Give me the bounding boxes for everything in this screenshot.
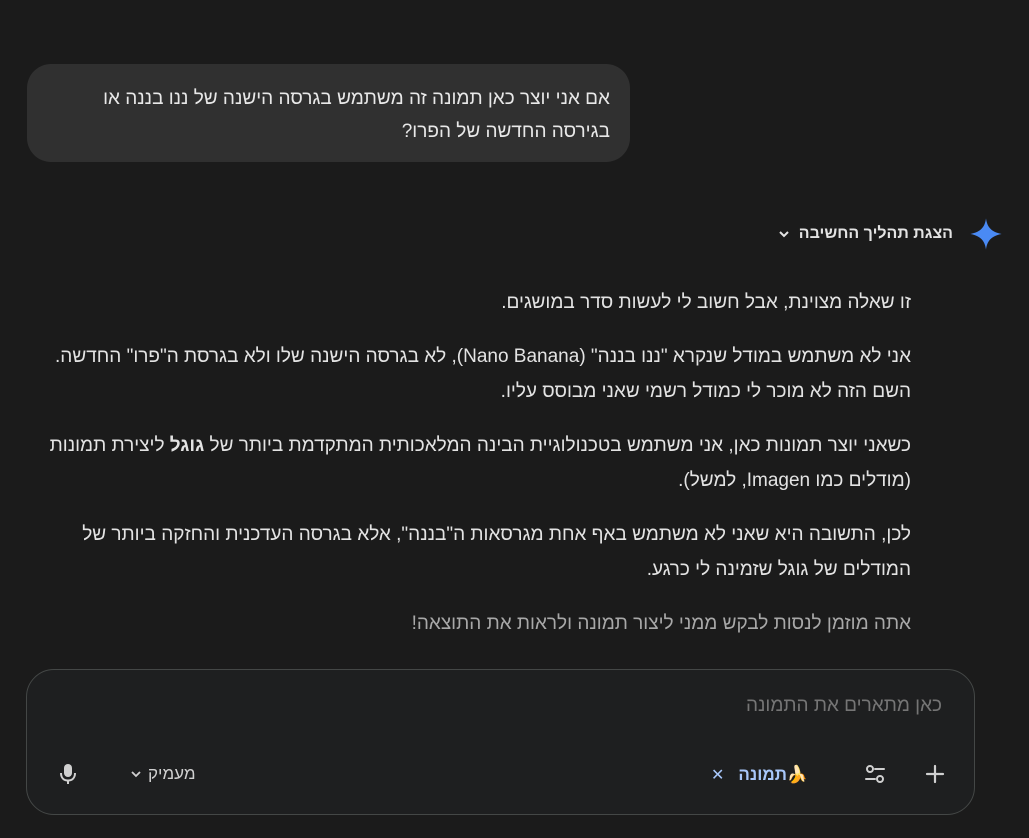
response-paragraph-2: אני לא משתמש במודל שנקרא "ננו בננה" (Nan… xyxy=(55,346,911,402)
chevron-down-icon xyxy=(131,771,141,778)
thinking-header: הצגת תהליך החשיבה xyxy=(777,216,1003,252)
model-response: זו שאלה מצוינת, אבל חשוב לי לעשות סדר במ… xyxy=(31,285,911,660)
user-message-line1: אם אני יוצר כאן תמונה זה משתמש בגרסה היש… xyxy=(103,88,610,109)
model-label: מעמיק xyxy=(148,764,196,783)
show-thinking-toggle[interactable]: הצגת תהליך החשיבה xyxy=(799,225,953,243)
response-paragraph-5: אתה מוזמן לנסות לבקש ממני ליצור תמונה ול… xyxy=(411,613,911,634)
image-tool-chip[interactable]: ✕ 🍌תמונה xyxy=(711,762,808,788)
chevron-down-icon[interactable] xyxy=(777,227,791,241)
response-p3-bold: גוגל xyxy=(169,435,205,456)
prompt-composer: ✕ 🍌תמונה מעמיק xyxy=(26,669,975,815)
add-button[interactable] xyxy=(923,762,947,786)
user-message-line2: בגירסה החדשה של הפרו? xyxy=(401,121,610,142)
image-chip-label[interactable]: 🍌תמונה xyxy=(738,765,808,785)
prompt-input[interactable] xyxy=(240,694,944,718)
tools-icon[interactable] xyxy=(863,762,887,786)
response-p3-start: כשאני יוצר תמונות כאן, אני משתמש בטכנולו… xyxy=(204,435,911,456)
model-selector[interactable]: מעמיק xyxy=(130,762,196,786)
response-paragraph-1: זו שאלה מצוינת, אבל חשוב לי לעשות סדר במ… xyxy=(501,292,911,313)
user-message-bubble: אם אני יוצר כאן תמונה זה משתמש בגרסה היש… xyxy=(27,64,630,162)
response-paragraph-4: לכן, התשובה היא שאני לא משתמש באף אחת מג… xyxy=(82,524,911,580)
chip-close-icon[interactable]: ✕ xyxy=(711,765,724,785)
microphone-icon[interactable] xyxy=(58,762,78,786)
response-paragraph-3: כשאני יוצר תמונות כאן, אני משתמש בטכנולו… xyxy=(31,428,911,498)
sparkle-icon xyxy=(970,218,1002,250)
